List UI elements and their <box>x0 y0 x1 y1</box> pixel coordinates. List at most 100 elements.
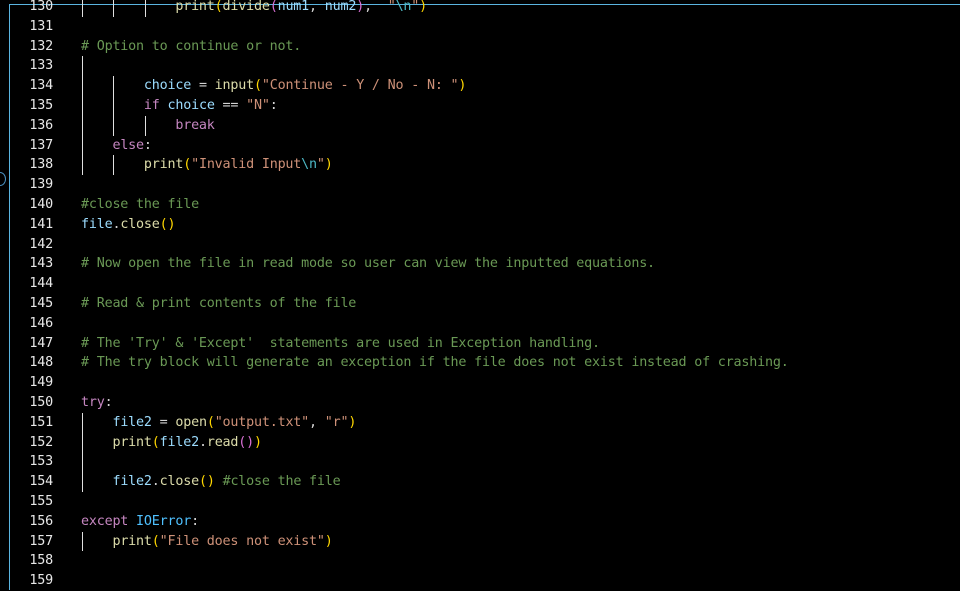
code-token-op <box>81 118 175 133</box>
code-line[interactable]: 136 break <box>10 115 960 136</box>
code-token-op <box>160 98 168 113</box>
code-token-b1: ) <box>206 474 215 490</box>
code-line[interactable]: 151 file2 = open("output.txt", "r") <box>10 412 960 433</box>
code-token-b1: ) <box>419 0 428 14</box>
code-token-fn: print <box>143 157 184 173</box>
code-token-op <box>215 474 223 489</box>
code-line[interactable]: 131 <box>10 17 960 37</box>
code-token-kw: except <box>81 513 129 529</box>
line-number: 154 <box>29 474 53 490</box>
code-token-var: num2 <box>324 0 357 14</box>
code-token-op: : <box>104 394 113 410</box>
code-line[interactable]: 137 else: <box>10 135 960 156</box>
code-line[interactable]: 158 <box>10 551 960 571</box>
code-token-b1: ( <box>198 474 207 490</box>
code-token-op <box>81 157 144 172</box>
code-token-b1: ( <box>159 216 168 232</box>
code-token-comment: #close the file <box>222 474 341 490</box>
code-token-str: "File does not exist" <box>159 533 325 549</box>
code-token-b1: ( <box>151 533 160 549</box>
code-token-str: "N" <box>246 97 270 113</box>
code-token-op: = <box>191 78 215 94</box>
code-token-fn: close <box>120 216 160 232</box>
code-text: #close the file <box>81 195 199 215</box>
code-token-op <box>81 435 112 450</box>
code-token-op: . <box>198 434 207 450</box>
code-line[interactable]: 145 # Read & print contents of the file <box>10 294 960 314</box>
code-text: file2 = open("output.txt", "r") <box>81 413 356 433</box>
code-line[interactable]: 138 print("Invalid Input\n") <box>10 155 960 176</box>
code-line[interactable]: 135 if choice == "N": <box>10 95 960 116</box>
code-line[interactable]: 150 try: <box>10 393 960 413</box>
code-text: # Now open the file in read mode so user… <box>81 254 655 274</box>
code-text: if choice == "N": <box>81 96 278 116</box>
code-line[interactable]: 156 except IOError: <box>10 512 960 532</box>
code-token-op: : <box>191 513 199 529</box>
code-token-cls: IOError <box>136 513 192 529</box>
code-token-esc: \n <box>395 0 412 14</box>
indent-guide <box>82 452 83 473</box>
code-token-comment: # Option to continue or not. <box>81 38 302 54</box>
code-line[interactable]: 134 choice = input("Continue - Y / No - … <box>10 76 960 96</box>
code-line[interactable]: 147 # The 'Try' & 'Except' statements are… <box>10 334 960 354</box>
line-number: 130 <box>29 0 53 14</box>
code-token-b2: ( <box>238 434 247 450</box>
code-token-fn: open <box>175 414 207 430</box>
code-line[interactable]: 148 # The try block will generate an exce… <box>10 353 960 373</box>
code-line[interactable]: 155 <box>10 492 960 512</box>
code-token-op <box>81 0 175 14</box>
code-line[interactable]: 130 print(divide(num1, num2), "\n") <box>10 0 960 17</box>
code-line[interactable]: 143 # Now open the file in read mode so u… <box>10 254 960 274</box>
code-token-comment: #close the file <box>81 196 199 212</box>
code-line[interactable]: 159 <box>10 571 960 591</box>
code-text: # Option to continue or not. <box>81 37 301 57</box>
line-number: 144 <box>29 276 53 292</box>
code-token-b1: ) <box>254 434 262 450</box>
code-text: # Read & print contents of the file <box>81 294 356 314</box>
code-line[interactable]: 139 <box>10 175 960 195</box>
code-line[interactable]: 132 # Option to continue or not. <box>10 37 960 57</box>
line-number: 142 <box>29 236 53 252</box>
code-text: # The 'Try' & 'Except' statements are us… <box>81 334 600 354</box>
line-number: 147 <box>29 335 53 351</box>
line-number: 152 <box>29 434 53 450</box>
code-line[interactable]: 154 file2.close() #close the file <box>10 472 960 492</box>
code-line[interactable]: 133 <box>10 56 960 77</box>
code-token-op: , <box>309 414 325 430</box>
code-token-fn: print <box>112 434 152 450</box>
line-number: 134 <box>29 78 53 94</box>
line-number: 143 <box>29 256 53 272</box>
line-number: 157 <box>29 533 53 549</box>
code-token-var: file <box>81 216 113 232</box>
code-token-kw: try <box>81 394 105 410</box>
line-number: 137 <box>29 137 53 153</box>
code-line[interactable]: 146 <box>10 314 960 334</box>
line-number: 150 <box>29 394 53 410</box>
code-text: file.close() <box>81 215 176 235</box>
code-token-comment: # The 'Try' & 'Except' statements are us… <box>81 335 600 351</box>
code-token-b1: ) <box>458 78 467 94</box>
code-line[interactable]: 157 print("File does not exist") <box>10 531 960 552</box>
partial-edge-icon <box>0 172 6 186</box>
code-token-str: " <box>379 0 396 14</box>
code-token-var: choice <box>167 97 215 113</box>
code-line[interactable]: 140 #close the file <box>10 195 960 215</box>
code-text: except IOError: <box>81 512 199 532</box>
code-token-kw: else <box>112 137 144 153</box>
code-line[interactable]: 141 file.close() <box>10 215 960 235</box>
line-number: 131 <box>29 18 53 34</box>
code-line[interactable]: 144 <box>10 274 960 294</box>
code-line[interactable]: 152 print(file2.read()) <box>10 432 960 453</box>
code-text: print("Invalid Input\n") <box>81 155 333 175</box>
code-token-fn: print <box>112 533 152 549</box>
code-editor[interactable]: 130 print(divide(num1, num2), "\n") 131 13… <box>10 0 960 590</box>
code-line[interactable]: 149 <box>10 373 960 393</box>
code-token-b2: ) <box>356 0 365 14</box>
code-token-comment: # The try block will generate an excepti… <box>81 355 789 371</box>
code-token-kw: if <box>143 97 160 113</box>
code-line[interactable]: 153 <box>10 452 960 473</box>
code-token-op <box>81 474 112 489</box>
code-line[interactable]: 142 <box>10 235 960 255</box>
code-token-str: " <box>316 157 325 173</box>
code-token-op: : <box>269 97 278 113</box>
